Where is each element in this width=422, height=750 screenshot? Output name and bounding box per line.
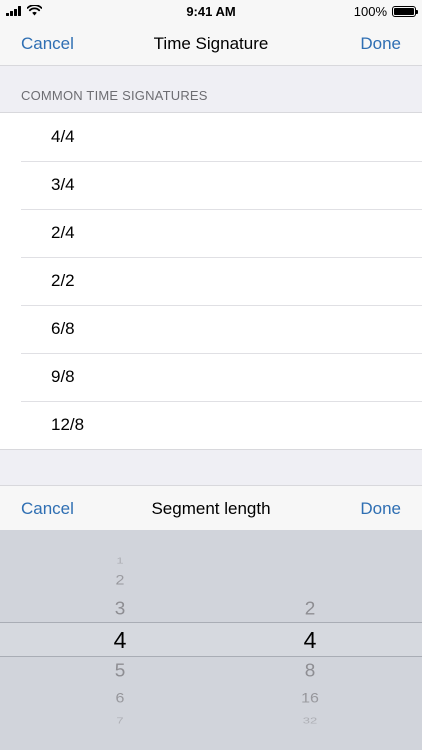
picker-toolbar: Cancel Segment length Done [0, 485, 422, 530]
time-signature-item[interactable]: 4/4 [0, 113, 422, 161]
picker-wheel-right[interactable]: 2 4 8 16 32 [250, 530, 370, 750]
picker-value-selected[interactable]: 4 [60, 628, 180, 652]
picker-value[interactable]: 16 [250, 692, 370, 706]
battery-icon [392, 6, 418, 17]
time-signature-item[interactable]: 6/8 [0, 305, 422, 353]
status-bar: 9:41 AM 100% [0, 0, 422, 22]
picker-done-button[interactable]: Done [360, 499, 401, 519]
picker-value[interactable]: 6 [60, 692, 180, 706]
status-right: 100% [353, 4, 418, 19]
battery-fill [394, 8, 414, 15]
picker-wheel-left[interactable]: 1 2 3 4 5 6 7 [60, 530, 180, 750]
done-button[interactable]: Done [360, 34, 401, 54]
section-header: COMMON TIME SIGNATURES [21, 88, 208, 103]
time-signature-item[interactable]: 2/4 [0, 209, 422, 257]
picker-value[interactable]: 2 [250, 600, 370, 618]
picker-value[interactable]: 2 [60, 574, 180, 588]
picker-value[interactable]: 32 [250, 716, 370, 724]
cancel-button[interactable]: Cancel [21, 34, 74, 54]
picker-value-selected[interactable]: 4 [250, 628, 370, 652]
picker-value[interactable]: 1 [60, 556, 180, 564]
picker-value[interactable]: 5 [60, 662, 180, 680]
battery-percent: 100% [353, 4, 387, 19]
picker-cancel-button[interactable]: Cancel [21, 499, 74, 519]
picker-value[interactable]: 8 [250, 662, 370, 680]
time-signature-list: 4/4 3/4 2/4 2/2 6/8 9/8 12/8 [0, 112, 422, 450]
picker-value[interactable]: 7 [60, 716, 180, 724]
time-signature-item[interactable]: 3/4 [0, 161, 422, 209]
navigation-bar: Cancel Time Signature Done [0, 22, 422, 66]
segment-length-picker: 1 2 3 4 5 6 7 2 4 8 16 32 [0, 530, 422, 750]
picker-value[interactable]: 3 [60, 600, 180, 618]
time-signature-item[interactable]: 12/8 [0, 401, 422, 449]
time-signature-item[interactable]: 2/2 [0, 257, 422, 305]
time-signature-item[interactable]: 9/8 [0, 353, 422, 401]
